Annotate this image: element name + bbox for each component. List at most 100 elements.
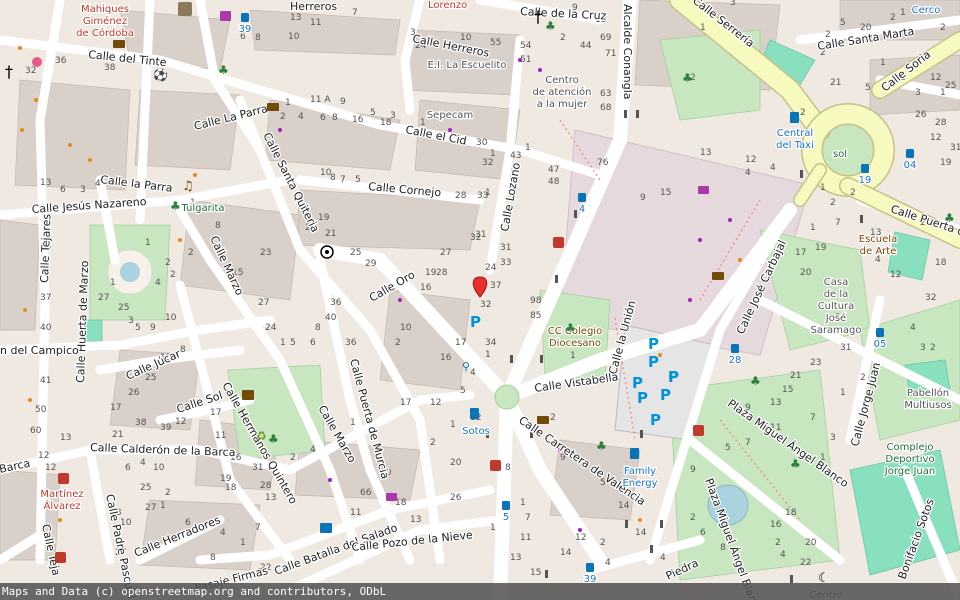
svg-text:23: 23 bbox=[810, 358, 821, 368]
svg-text:40: 40 bbox=[325, 313, 337, 323]
svg-text:25: 25 bbox=[945, 81, 956, 91]
svg-text:1: 1 bbox=[880, 58, 886, 68]
svg-text:♣: ♣ bbox=[565, 321, 576, 335]
svg-text:21: 21 bbox=[830, 78, 841, 88]
svg-text:32: 32 bbox=[25, 66, 36, 76]
svg-text:31: 31 bbox=[252, 463, 263, 473]
svg-text:48: 48 bbox=[548, 177, 560, 187]
place-sepecam[interactable]: Sepecam bbox=[426, 109, 475, 123]
svg-text:25: 25 bbox=[140, 483, 151, 493]
svg-text:9: 9 bbox=[640, 193, 646, 203]
svg-text:2: 2 bbox=[800, 108, 806, 118]
bus-stop-label: 28 bbox=[729, 355, 742, 366]
place-tulgarita[interactable]: Tulgarita bbox=[179, 202, 226, 216]
map-attribution[interactable]: Maps and Data (c) openstreetmap.org and … bbox=[0, 583, 960, 600]
svg-text:4: 4 bbox=[780, 550, 786, 560]
svg-text:14: 14 bbox=[635, 528, 647, 538]
svg-text:17: 17 bbox=[400, 398, 411, 408]
svg-text:5: 5 bbox=[135, 323, 141, 333]
svg-text:17: 17 bbox=[455, 338, 466, 348]
svg-text:8: 8 bbox=[720, 543, 726, 553]
place-central-taxi[interactable]: Central del Taxi bbox=[775, 127, 815, 153]
street-calle-huerta-de-marzo: Calle Huerta de Marzo bbox=[74, 260, 91, 383]
svg-text:12: 12 bbox=[38, 451, 49, 461]
svg-text:12: 12 bbox=[745, 155, 756, 165]
svg-text:6: 6 bbox=[60, 185, 66, 195]
svg-text:27: 27 bbox=[440, 248, 451, 258]
street-alcalde-conangla: Alcalde Conangla bbox=[621, 4, 634, 100]
place-complejo[interactable]: Complejo Deportivo Jorge Juan bbox=[883, 441, 937, 479]
svg-text:4: 4 bbox=[745, 168, 751, 178]
place-family-energy[interactable]: Family Energy bbox=[621, 465, 659, 491]
place-cerco[interactable]: Cerco bbox=[910, 4, 941, 18]
svg-text:1: 1 bbox=[280, 338, 286, 348]
svg-text:10: 10 bbox=[165, 313, 177, 323]
bus-stop-icon[interactable]: 4 bbox=[578, 193, 586, 216]
svg-text:2: 2 bbox=[430, 438, 436, 448]
svg-text:31: 31 bbox=[840, 343, 851, 353]
svg-text:18: 18 bbox=[225, 483, 237, 493]
svg-text:3: 3 bbox=[830, 433, 836, 443]
map-canvas[interactable]: 13 11 7 3 24 10 55 51 54 9 13 2 32 36 38 6 8 10 1 11 … bbox=[0, 0, 960, 600]
svg-text:2: 2 bbox=[930, 343, 936, 353]
sport-icon: ⚽ bbox=[152, 68, 168, 82]
svg-text:1: 1 bbox=[240, 538, 246, 548]
svg-text:2: 2 bbox=[890, 13, 896, 23]
place-sotos[interactable]: Sotos bbox=[461, 425, 491, 439]
svg-text:55: 55 bbox=[490, 38, 501, 48]
svg-text:12: 12 bbox=[575, 533, 586, 543]
svg-text:20: 20 bbox=[805, 538, 817, 548]
pharmacy-icon bbox=[32, 57, 42, 67]
svg-text:1: 1 bbox=[810, 223, 816, 233]
svg-text:3: 3 bbox=[80, 185, 86, 195]
svg-text:9: 9 bbox=[150, 323, 156, 333]
bus-stop-icon[interactable]: 04 bbox=[902, 149, 918, 172]
bus-stop-icon[interactable]: 5 bbox=[502, 501, 510, 524]
svg-text:4: 4 bbox=[470, 368, 476, 378]
svg-text:21: 21 bbox=[790, 371, 801, 381]
place-centro-atencion[interactable]: Centro de atención a la mujer bbox=[531, 74, 592, 112]
bus-stop-icon[interactable]: 39 bbox=[237, 13, 253, 36]
svg-text:54: 54 bbox=[520, 41, 532, 51]
svg-text:28: 28 bbox=[436, 268, 448, 278]
place-sol[interactable]: sol bbox=[832, 148, 849, 162]
svg-text:†: † bbox=[534, 7, 542, 26]
hotel-icon bbox=[320, 523, 332, 533]
svg-text:24: 24 bbox=[265, 323, 277, 333]
svg-text:38: 38 bbox=[135, 418, 147, 428]
svg-text:17: 17 bbox=[210, 408, 221, 418]
svg-text:19: 19 bbox=[318, 213, 330, 223]
svg-text:♣: ♣ bbox=[545, 19, 556, 33]
svg-text:1: 1 bbox=[700, 23, 706, 33]
svg-text:6: 6 bbox=[320, 113, 326, 123]
street-calle-del-campico: n del Campico bbox=[0, 344, 79, 357]
place-escuela-arte[interactable]: Escuela de Arte bbox=[858, 233, 899, 259]
svg-text:18: 18 bbox=[380, 118, 392, 128]
svg-text:2: 2 bbox=[850, 188, 856, 198]
svg-text:32: 32 bbox=[480, 300, 491, 310]
svg-text:8: 8 bbox=[505, 463, 511, 473]
svg-text:36: 36 bbox=[55, 56, 67, 66]
svg-text:7: 7 bbox=[810, 413, 816, 423]
place-el-escuelito[interactable]: E.I. La Escuelito bbox=[426, 59, 507, 73]
svg-text:17: 17 bbox=[110, 403, 121, 413]
svg-text:38: 38 bbox=[104, 63, 116, 73]
street-calle-de-la-cruz: Calle de la Cruz bbox=[520, 5, 607, 23]
svg-text:2: 2 bbox=[690, 513, 696, 523]
bicycle-icon: ⚲ bbox=[462, 360, 470, 373]
bus-stop-label: 5 bbox=[503, 512, 509, 523]
place-mahiques[interactable]: Mahiques Giménez de Córdoba bbox=[75, 3, 135, 41]
svg-text:37: 37 bbox=[40, 293, 51, 303]
svg-text:12: 12 bbox=[890, 270, 901, 280]
svg-text:8: 8 bbox=[330, 173, 336, 183]
svg-text:1: 1 bbox=[820, 183, 826, 193]
svg-text:♣: ♣ bbox=[268, 432, 279, 446]
svg-text:69: 69 bbox=[600, 33, 612, 43]
svg-text:5: 5 bbox=[355, 175, 361, 185]
svg-text:2: 2 bbox=[280, 112, 286, 122]
svg-text:15: 15 bbox=[660, 188, 671, 198]
svg-text:4: 4 bbox=[770, 163, 776, 173]
map-pin-icon[interactable] bbox=[472, 276, 488, 298]
svg-text:30: 30 bbox=[476, 138, 488, 148]
svg-text:10: 10 bbox=[400, 323, 412, 333]
